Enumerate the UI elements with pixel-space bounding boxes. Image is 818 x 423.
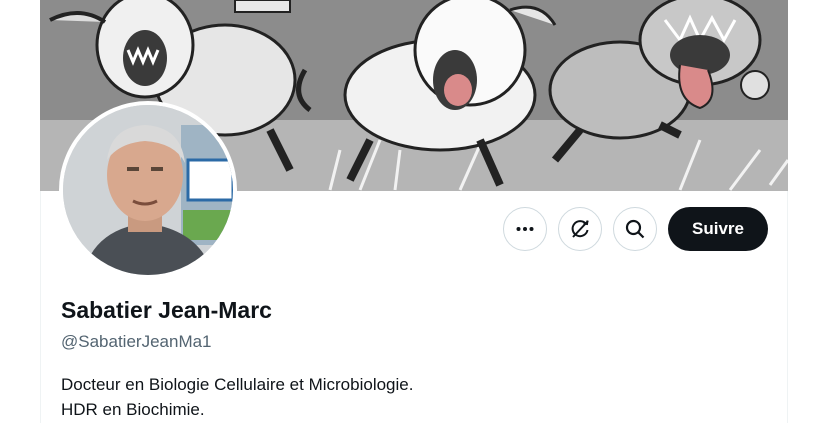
follow-button[interactable]: Suivre: [668, 207, 768, 251]
search-profile-button[interactable]: [613, 207, 657, 251]
bio-line: HDR en Biochimie.: [61, 400, 205, 419]
avatar-photo: [63, 105, 233, 275]
avatar[interactable]: [63, 105, 233, 275]
profile-handle: @SabatierJeanMa1: [61, 332, 212, 351]
profile-bio: Docteur en Biologie Cellulaire et Microb…: [61, 372, 413, 422]
more-button[interactable]: [503, 207, 547, 251]
bio-line: Docteur en Biologie Cellulaire et Microb…: [61, 375, 414, 394]
search-icon: [624, 218, 646, 240]
display-name: Sabatier Jean-Marc: [61, 297, 272, 323]
more-horizontal-icon: [515, 219, 535, 239]
notifications-off-icon: [569, 218, 591, 240]
notifications-button[interactable]: [558, 207, 602, 251]
